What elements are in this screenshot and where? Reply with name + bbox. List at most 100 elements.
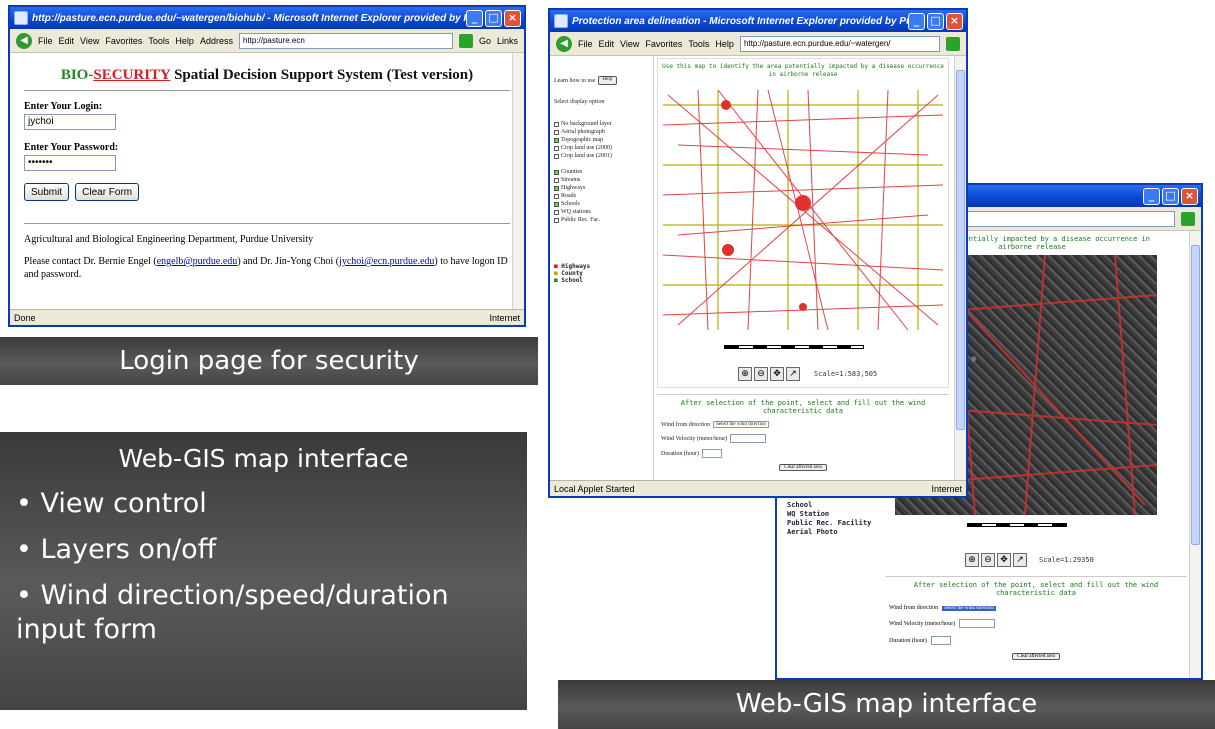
layer-option[interactable]: Public Rec. Fac. xyxy=(554,217,649,223)
menu-view[interactable]: View xyxy=(80,36,99,46)
pointer-icon[interactable]: ↗ xyxy=(786,367,800,381)
scale-text: Scale=1:583,505 xyxy=(814,370,878,378)
legend-item[interactable]: Aerial Photo xyxy=(787,528,871,537)
checkbox[interactable] xyxy=(554,153,559,159)
bg-option[interactable]: Crop land use (2000) xyxy=(554,145,649,151)
checkbox[interactable] xyxy=(554,217,559,223)
map-titlebar[interactable]: Protection area delineation - Microsoft … xyxy=(550,10,966,32)
wind-vel-label: Wind Velocity (meter/hour) xyxy=(661,435,728,442)
checkbox[interactable] xyxy=(554,209,559,215)
back-icon[interactable]: ◀ xyxy=(556,35,572,52)
menu-file[interactable]: File xyxy=(38,36,53,46)
login-input[interactable]: jychoi xyxy=(24,114,116,130)
vertical-scrollbar[interactable] xyxy=(1189,231,1201,678)
legend-item[interactable]: WQ Station xyxy=(787,510,871,519)
layer-option[interactable]: Counties xyxy=(554,169,649,175)
close-button[interactable]: × xyxy=(504,9,521,27)
layer-option[interactable]: Streams xyxy=(554,177,649,183)
form-hint: After selection of the point, select and… xyxy=(913,581,1159,597)
zoom-in-icon[interactable]: ⊕ xyxy=(738,367,752,381)
checkbox[interactable] xyxy=(554,185,559,191)
minimize-button[interactable]: _ xyxy=(466,9,483,27)
wind-vel-input[interactable] xyxy=(730,434,767,443)
zoom-out-icon[interactable]: ⊖ xyxy=(981,553,995,567)
legend-label: County xyxy=(561,270,583,277)
menu-favorites[interactable]: Favorites xyxy=(645,39,682,49)
login-titlebar[interactable]: http://pasture.ecn.purdue.edu/~watergen/… xyxy=(10,7,524,29)
map-frame: Use this map to identify the area potent… xyxy=(657,58,949,388)
go-label[interactable]: Go xyxy=(479,36,491,46)
duration-input[interactable] xyxy=(930,636,951,645)
vertical-scrollbar[interactable] xyxy=(954,56,966,480)
layer-option[interactable]: Highways xyxy=(554,185,649,191)
go-icon[interactable] xyxy=(946,36,960,51)
clear-affected-button[interactable]: Clear affected area xyxy=(779,464,827,471)
wind-dir-label: Wind from direction xyxy=(661,421,711,428)
duration-input[interactable] xyxy=(701,449,722,458)
wind-vel-row: Wind Velocity (meter/hour) xyxy=(889,619,1183,628)
checkbox[interactable] xyxy=(554,121,559,127)
zoom-out-icon[interactable]: ⊖ xyxy=(754,367,768,381)
email-link-engel[interactable]: engelb@purdue.edu xyxy=(157,256,238,267)
layer-option[interactable]: Roads xyxy=(554,193,649,199)
checkbox[interactable] xyxy=(554,129,559,135)
submit-button[interactable]: Submit xyxy=(24,183,70,201)
links-label[interactable]: Links xyxy=(497,36,518,46)
menu-help[interactable]: Help xyxy=(175,36,194,46)
scalebar xyxy=(724,345,864,349)
help-button[interactable]: Help xyxy=(597,76,618,85)
go-icon[interactable] xyxy=(1181,211,1195,226)
email-link-choi[interactable]: jychoi@ecn.purdue.edu xyxy=(339,256,434,267)
legend-label: School xyxy=(561,277,583,284)
password-input[interactable]: ••••••• xyxy=(24,155,116,171)
clear-affected-button[interactable]: Clear affected area xyxy=(1012,653,1060,660)
divider xyxy=(24,90,510,91)
layer-option[interactable]: Schools xyxy=(554,201,649,207)
back-icon[interactable]: ◀ xyxy=(16,32,32,49)
county-road-map[interactable] xyxy=(658,85,950,335)
bg-option[interactable]: Crop land use (2001) xyxy=(554,153,649,159)
pan-icon[interactable]: ✥ xyxy=(997,553,1011,567)
checkbox[interactable] xyxy=(554,169,559,175)
maximize-button[interactable]: □ xyxy=(485,9,502,27)
menu-view[interactable]: View xyxy=(620,39,639,49)
menu-help[interactable]: Help xyxy=(715,39,734,49)
legend-item[interactable]: School xyxy=(787,501,871,510)
menu-favorites[interactable]: Favorites xyxy=(105,36,142,46)
wind-dir-select[interactable]: Select the wind direction xyxy=(713,421,769,428)
checkbox[interactable] xyxy=(554,177,559,183)
clear-form-button[interactable]: Clear Form xyxy=(75,183,140,201)
address-bar[interactable]: http://pasture.ecn.purdue.edu/~watergen/ xyxy=(739,35,940,52)
checkbox[interactable] xyxy=(554,137,559,143)
menu-file[interactable]: File xyxy=(578,39,593,49)
go-icon[interactable] xyxy=(458,33,473,48)
pan-icon[interactable]: ✥ xyxy=(770,367,784,381)
login-caption: Login page for security xyxy=(0,337,538,385)
minimize-button[interactable]: _ xyxy=(1143,187,1160,205)
bg-option[interactable]: Topographic map xyxy=(554,137,649,143)
maximize-button[interactable]: □ xyxy=(927,12,944,30)
close-button[interactable]: × xyxy=(1181,187,1198,205)
address-bar[interactable]: http://pasture.ecn xyxy=(238,32,453,49)
menu-tools[interactable]: Tools xyxy=(148,36,169,46)
vertical-scrollbar[interactable] xyxy=(512,53,524,309)
menu-edit[interactable]: Edit xyxy=(59,36,75,46)
checkbox[interactable] xyxy=(554,193,559,199)
menu-edit[interactable]: Edit xyxy=(599,39,615,49)
maximize-button[interactable]: □ xyxy=(1162,187,1179,205)
layer-option[interactable]: WQ stations xyxy=(554,209,649,215)
legend-item[interactable]: Public Rec. Facility xyxy=(787,519,871,528)
wind-vel-input[interactable] xyxy=(959,619,996,628)
checkbox[interactable] xyxy=(554,201,559,207)
checkbox[interactable] xyxy=(554,145,559,151)
bg-option[interactable]: Aerial photograph xyxy=(554,129,649,135)
legend-item: ■ Highways xyxy=(554,263,591,270)
wind-dir-select[interactable]: Select the wind direction xyxy=(942,605,996,611)
menu-tools[interactable]: Tools xyxy=(688,39,709,49)
login-window-title: http://pasture.ecn.purdue.edu/~watergen/… xyxy=(32,12,466,24)
pointer-icon[interactable]: ↗ xyxy=(1013,553,1027,567)
zoom-in-icon[interactable]: ⊕ xyxy=(965,553,979,567)
minimize-button[interactable]: _ xyxy=(908,12,925,30)
close-button[interactable]: × xyxy=(946,12,963,30)
bg-option[interactable]: No background layer xyxy=(554,121,649,127)
